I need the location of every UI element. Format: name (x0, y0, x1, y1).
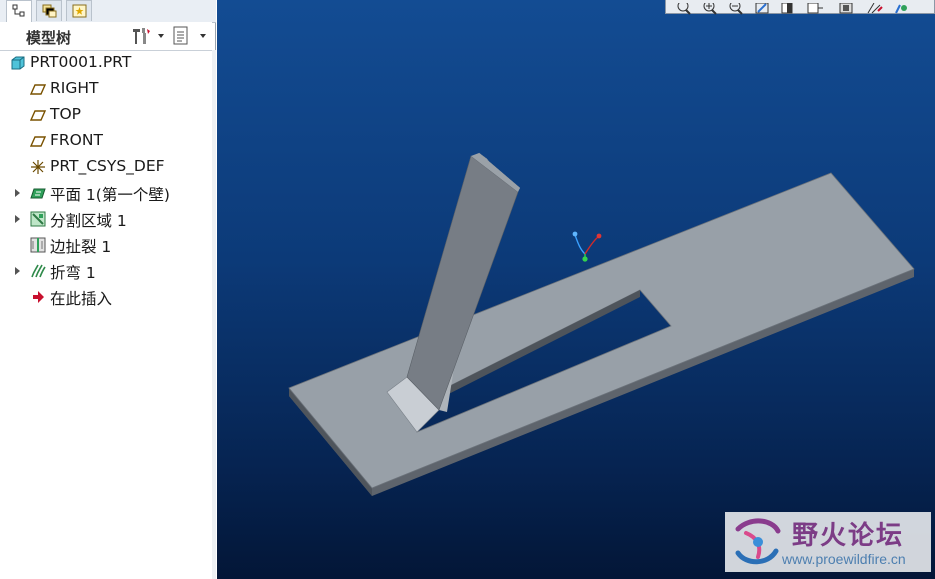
refit-button[interactable] (674, 0, 696, 15)
repaint-icon (755, 2, 769, 14)
list-icon (173, 26, 188, 45)
favorites-tab[interactable] (66, 0, 92, 21)
forum-logo-icon (735, 518, 781, 565)
tree-item-label: 边扯裂 1 (50, 238, 112, 256)
watermark-title: 野火论坛 (792, 521, 905, 551)
saved-views-icon (807, 2, 823, 14)
folder-browser-tab[interactable] (36, 0, 62, 21)
tree-item-label: TOP (50, 105, 82, 123)
tree-item-top[interactable]: TOP (0, 102, 212, 128)
shading-button[interactable] (778, 0, 800, 14)
csys-icon (31, 160, 45, 174)
tree-item-label: 分割区域 1 (50, 212, 127, 230)
tools-icon (133, 28, 150, 44)
shading-icon (781, 2, 793, 14)
tree-item-right[interactable]: RIGHT (0, 76, 212, 102)
expand-arrow-icon[interactable] (15, 267, 20, 275)
expand-arrow-icon[interactable] (15, 215, 20, 223)
layers-icon (839, 2, 853, 14)
show-menu-button[interactable] (172, 25, 208, 47)
tree-item-front[interactable]: FRONT (0, 128, 212, 154)
tree-item-label: FRONT (50, 131, 103, 149)
model-tree-tab[interactable] (6, 0, 32, 22)
tree-item-edge-rip[interactable]: 边扯裂 1 (0, 232, 212, 258)
tree-item-part[interactable]: PRT0001.PRT (0, 50, 212, 76)
tree-item-insert-here[interactable]: 在此插入 (0, 284, 212, 310)
tree-item-label: RIGHT (50, 79, 99, 97)
tree-item-split-area[interactable]: 分割区域 1 (0, 206, 212, 232)
model-tree: PRT0001.PRT RIGHT TOP FRONT PRT_CSYS_DEF… (0, 50, 212, 310)
model-tree-panel: 模型树 PRT0001.PRT RIGHT TOP FRONT PRT_CSYS… (0, 0, 216, 579)
tree-item-label: 在此插入 (50, 290, 113, 308)
spin-center-button[interactable] (890, 0, 912, 14)
panel-title: 模型树 (26, 29, 72, 47)
watermark-url: www.proewildfire.cn (782, 551, 906, 567)
model-tree-header: 模型树 (0, 22, 212, 51)
tree-item-bend[interactable]: 折弯 1 (0, 258, 212, 284)
saved-views-button[interactable] (804, 0, 826, 14)
repaint-button[interactable] (752, 0, 774, 14)
datum-display-icon (867, 2, 883, 14)
datum-plane-icon (30, 136, 46, 147)
refit-icon (677, 0, 691, 15)
zoom-out-button[interactable] (726, 0, 748, 15)
spin-center-icon (895, 4, 907, 14)
zoom-in-button[interactable] (700, 0, 722, 15)
view-toolbar (665, 0, 935, 15)
layers-button[interactable] (836, 0, 858, 14)
part-icon (11, 56, 25, 70)
expand-arrow-icon[interactable] (15, 189, 20, 197)
base-plate-top (288, 172, 915, 489)
tree-item-label: PRT0001.PRT (30, 53, 132, 71)
zoom-in-icon (703, 0, 717, 15)
panel-resize-bar[interactable] (212, 50, 216, 579)
tree-item-label: 平面 1(第一个壁) (50, 186, 170, 204)
tree-icon (12, 4, 25, 17)
tree-item-csys[interactable]: PRT_CSYS_DEF (0, 154, 212, 180)
insert-here-icon (33, 291, 44, 303)
flat-wall-icon (30, 188, 46, 199)
tree-item-label: 折弯 1 (50, 264, 96, 282)
coordinate-triad-icon (572, 231, 602, 262)
settings-button[interactable] (130, 25, 166, 47)
split-area-icon (30, 211, 46, 227)
bend-icon (31, 264, 46, 278)
layers-icon (42, 4, 57, 18)
tree-item-flat-wall[interactable]: 平面 1(第一个壁) (0, 180, 212, 206)
star-icon (72, 4, 87, 18)
edge-rip-icon (30, 237, 46, 253)
forum-watermark: 野火论坛 www.proewildfire.cn (725, 512, 931, 572)
sheetmetal-model[interactable] (217, 0, 935, 579)
datum-display-button[interactable] (864, 0, 886, 14)
zoom-out-icon (729, 0, 743, 15)
datum-plane-icon (30, 110, 46, 121)
tree-item-label: PRT_CSYS_DEF (50, 157, 165, 175)
graphics-viewport[interactable]: 野火论坛 www.proewildfire.cn (217, 0, 935, 579)
datum-plane-icon (30, 84, 46, 95)
panel-tab-strip (0, 0, 216, 23)
